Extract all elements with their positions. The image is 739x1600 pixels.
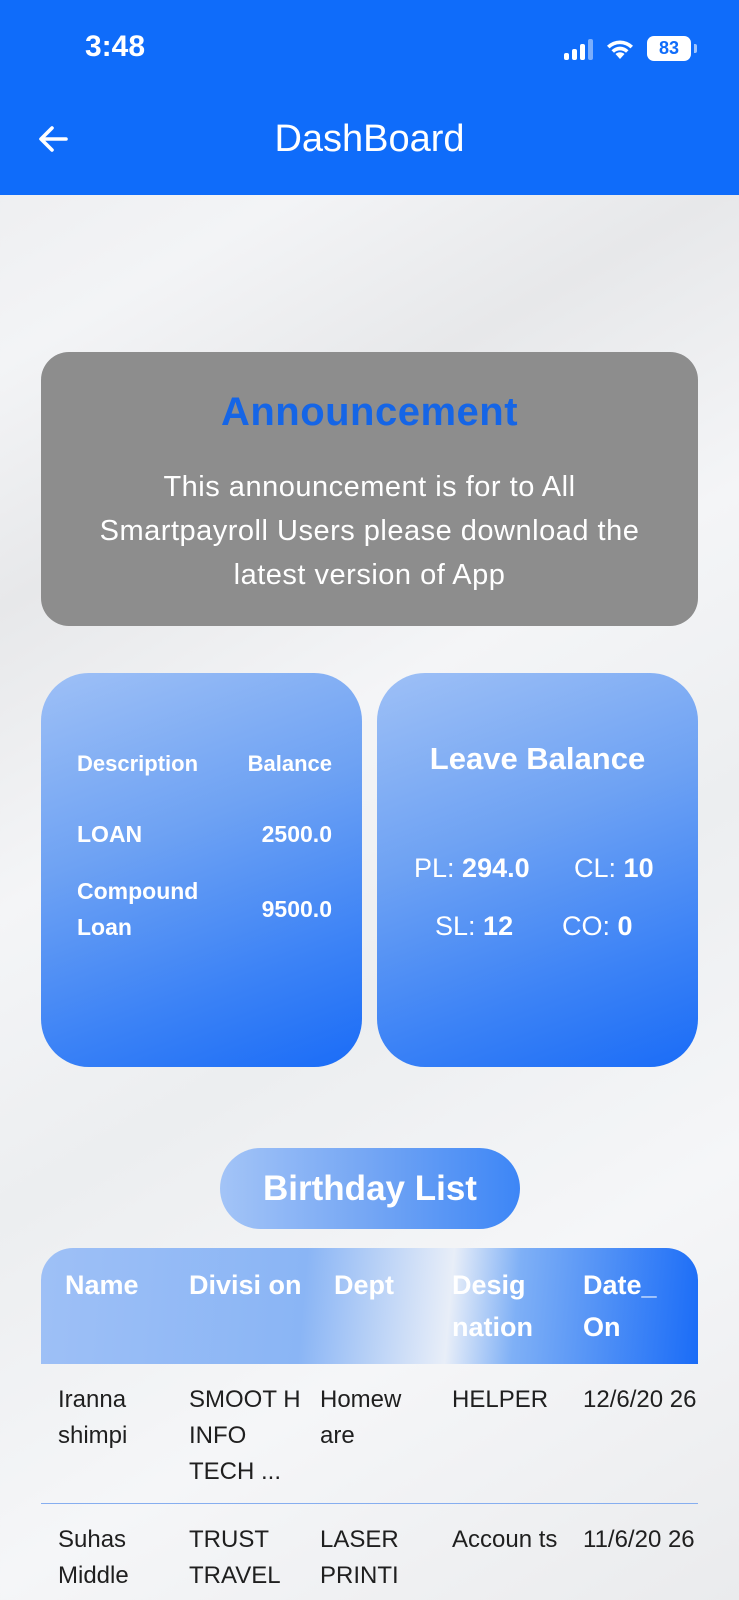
column-header-division: Divisi on	[189, 1270, 302, 1300]
leave-sl-label: SL:	[435, 911, 476, 941]
wifi-icon	[607, 39, 633, 59]
column-header-name: Name	[65, 1270, 139, 1300]
leave-co-value: 0	[617, 911, 633, 941]
table-header: Name Divisi on Dept Desig nation Date_ O…	[41, 1248, 698, 1364]
cell-dept: Homew are	[320, 1386, 402, 1449]
leave-cl: CL: 10	[574, 853, 654, 884]
leave-co-label: CO:	[562, 911, 611, 941]
cell-designation: HELPER	[452, 1386, 549, 1413]
loan-description: LOAN	[77, 821, 143, 847]
loan-row: Compound Loan 9500.0	[77, 873, 332, 945]
announcement-card: Announcement This announcement is for to…	[41, 352, 698, 626]
announcement-message: This announcement is for to All Smartpay…	[99, 471, 640, 591]
loan-balance: 9500.0	[261, 896, 332, 922]
loan-description: Compound Loan	[77, 878, 199, 940]
leave-co: CO: 0	[562, 911, 633, 942]
cell-date-on: 11/6/20 26	[583, 1526, 695, 1553]
leave-sl: SL: 12	[435, 911, 513, 942]
birthday-list-button[interactable]: Birthday List	[220, 1148, 520, 1229]
app-header: 3:48 83 DashBoard	[0, 0, 739, 195]
table-row[interactable]: Suhas Middle TRUST TRAVEL LASER PRINTI A…	[41, 1504, 698, 1600]
column-header-dept: Dept	[334, 1270, 394, 1300]
cell-dept: LASER PRINTI	[320, 1526, 399, 1589]
cell-date-on: 12/6/20 26	[583, 1386, 697, 1413]
birthday-table: Name Divisi on Dept Desig nation Date_ O…	[41, 1248, 698, 1600]
status-time: 3:48	[85, 30, 146, 63]
leave-sl-value: 12	[483, 911, 514, 941]
leave-balance-title: Leave Balance	[429, 741, 646, 776]
loan-col-description: Description	[77, 751, 199, 776]
page-title: DashBoard	[274, 118, 465, 160]
loan-balance: 2500.0	[261, 821, 332, 847]
cell-name: Iranna shimpi	[58, 1386, 128, 1449]
leave-pl-label: PL:	[414, 853, 455, 883]
status-icons: 83	[564, 36, 697, 61]
leave-cl-value: 10	[623, 853, 654, 883]
leave-pl: PL: 294.0	[414, 853, 530, 884]
column-header-designation: Desig nation	[452, 1270, 533, 1342]
column-header-date-on: Date_ On	[583, 1270, 657, 1342]
leave-balance-card[interactable]: Leave Balance PL: 294.0 CL: 10 SL: 12 CO…	[377, 673, 698, 1067]
leave-pl-value: 294.0	[462, 853, 530, 883]
loan-card-header: Description Balance	[77, 751, 332, 777]
table-row[interactable]: Iranna shimpi SMOOT H INFO TECH ... Home…	[41, 1364, 698, 1504]
cell-name: Suhas Middle	[58, 1526, 129, 1589]
cell-designation: Accoun ts	[452, 1526, 558, 1553]
signal-icon	[564, 38, 593, 60]
battery-icon: 83	[647, 36, 697, 61]
loan-balance-card[interactable]: Description Balance LOAN 2500.0 Compound…	[41, 673, 362, 1067]
loan-col-balance: Balance	[247, 751, 332, 776]
cell-division: TRUST TRAVEL	[189, 1526, 281, 1589]
cell-division: SMOOT H INFO TECH ...	[189, 1386, 301, 1485]
announcement-title: Announcement	[220, 390, 519, 434]
leave-cl-label: CL:	[574, 853, 617, 883]
loan-row: LOAN 2500.0	[77, 821, 332, 848]
